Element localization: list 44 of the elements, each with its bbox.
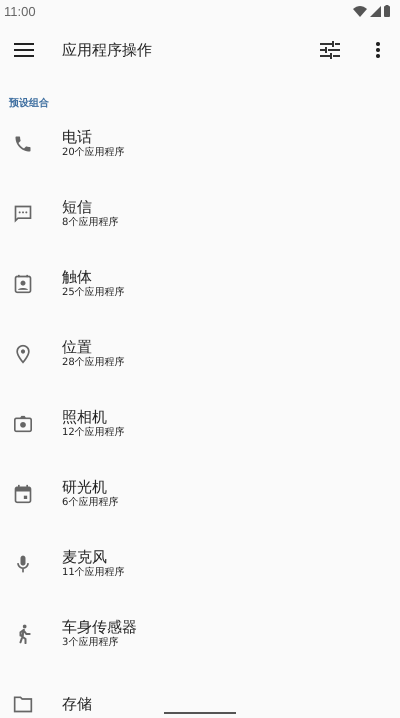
signal-icon [370, 6, 381, 16]
app-count: 6个应用程序 [62, 496, 118, 510]
list-item[interactable]: 照相机 12个应用程序 [0, 396, 400, 466]
app-count: 3个应用程序 [62, 636, 120, 650]
contact-card-icon [13, 274, 33, 294]
item-title: 研光机 [62, 478, 108, 496]
item-title: 麦克风 [62, 548, 108, 566]
item-title: 存储 [62, 695, 92, 713]
list-item[interactable]: 短信 8个应用程序 [0, 186, 400, 256]
message-icon [13, 204, 33, 224]
list-item[interactable]: 电话 20个应用程序 [0, 116, 400, 186]
list-item[interactable]: 触体 25个应用程序 [0, 256, 400, 326]
app-count: 20个应用程序 [62, 146, 125, 160]
battery-icon [384, 5, 390, 17]
toolbar-title: 应用程序操作 [62, 40, 153, 60]
list-item[interactable]: 麦克风 11个应用程序 [0, 536, 400, 606]
more-options-icon[interactable] [376, 42, 380, 58]
app-count: 28个应用程序 [62, 356, 125, 370]
item-title: 短信 [62, 198, 93, 216]
menu-icon[interactable] [14, 43, 34, 57]
item-title: 电话 [62, 128, 93, 146]
list-item[interactable]: 存储 [0, 676, 400, 718]
wifi-icon [353, 6, 367, 16]
list-item[interactable]: 车身传感器 3个应用程序 [0, 606, 400, 676]
app-count: 11个应用程序 [62, 566, 125, 580]
calendar-icon [13, 484, 33, 504]
folder-icon [13, 695, 33, 713]
item-title: 车身传感器 [62, 618, 137, 636]
app-count: 25个应用程序 [62, 286, 125, 300]
home-indicator [164, 712, 236, 714]
camera-icon [13, 415, 33, 433]
list-item[interactable]: 研光机 6个应用程序 [0, 466, 400, 536]
microphone-icon [15, 554, 31, 574]
status-time: 11:00 [4, 4, 36, 18]
item-title: 位置 [62, 338, 93, 356]
sliders-icon[interactable] [320, 41, 340, 59]
app-count: 8个应用程序 [62, 216, 118, 230]
item-title: 触体 [62, 268, 93, 286]
phone-icon [13, 134, 33, 154]
item-title: 照相机 [62, 408, 108, 426]
section-header: 预设组合 [9, 97, 49, 110]
list-item[interactable]: 位置 28个应用程序 [0, 326, 400, 396]
app-count: 12个应用程序 [62, 426, 125, 440]
location-pin-icon [14, 344, 32, 364]
